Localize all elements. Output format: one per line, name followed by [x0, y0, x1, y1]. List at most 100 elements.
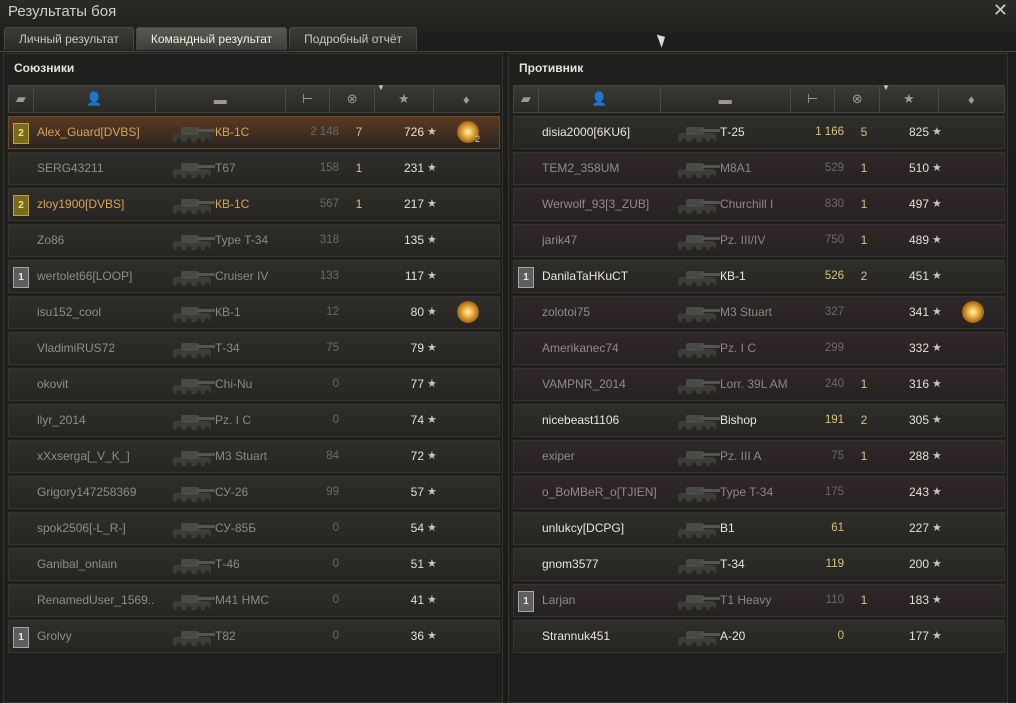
player-row[interactable]: TEM2_358UM M8A1 529 1 510 ★: [513, 152, 1005, 185]
tank-icon: [674, 551, 722, 578]
damage-value: 84: [326, 450, 339, 462]
vehicle-name: Type T-34: [720, 485, 774, 499]
tank-icon: [169, 227, 217, 254]
player-row[interactable]: o_BoMBeR_o[TJIEN] Type T-34 175 243 ★: [513, 476, 1005, 509]
enemies-title: Противник: [519, 61, 584, 75]
frags-value: 7: [355, 125, 363, 139]
medal-count: 2: [475, 134, 481, 144]
player-row[interactable]: llyr_2014 Pz. I C 0 74 ★: [8, 404, 500, 437]
frags-value: 2: [860, 269, 868, 283]
xp-value: 510: [908, 161, 929, 175]
player-row[interactable]: isu152_cool КВ-1 12 80 ★: [8, 296, 500, 329]
squad-column-icon[interactable]: ▰: [9, 86, 34, 112]
player-row[interactable]: VAMPNR_2014 Lorr. 39L AM 240 1 316 ★: [513, 368, 1005, 401]
xp-value: 135: [403, 233, 424, 247]
allies-title: Союзники: [14, 61, 75, 75]
star-icon: ★: [932, 342, 942, 354]
damage-value: 133: [319, 270, 339, 282]
star-icon: ★: [427, 414, 437, 426]
allies-column-header: ▰ 👤 ▬ ⊢ ⊗ ▼ ★ ♦: [8, 83, 500, 113]
tank-icon: [674, 335, 722, 362]
allies-rows: 2 Alex_Guard[DVBS] КВ-1С 2 148 7 726 ★ 2 SERG432…: [8, 116, 500, 656]
frags-value: 1: [860, 233, 868, 247]
damage-value: 99: [326, 486, 339, 498]
player-row[interactable]: zolotoi75 M3 Stuart 327 341 ★: [513, 296, 1005, 329]
player-row[interactable]: 1 DanilaTaHKuCT КВ-1 526 2 451 ★: [513, 260, 1005, 293]
player-column-icon[interactable]: 👤: [34, 86, 156, 112]
player-row[interactable]: 2 Alex_Guard[DVBS] КВ-1С 2 148 7 726 ★ 2: [8, 116, 500, 149]
squad-badge-icon: 1: [518, 591, 534, 612]
tab-detailed-report[interactable]: Подробный отчёт: [289, 27, 418, 50]
medal-icon[interactable]: [457, 301, 479, 323]
player-row[interactable]: unlukcy[DCPG] B1 61 227 ★: [513, 512, 1005, 545]
vehicle-name: Т-46: [215, 557, 240, 571]
tank-icon: [169, 299, 217, 326]
vehicle-name: M8A1: [720, 161, 752, 175]
player-row[interactable]: nicebeast1106 Bishop 191 2 305 ★: [513, 404, 1005, 437]
medal-column-icon[interactable]: ♦: [434, 86, 499, 112]
player-row[interactable]: okovit Chi-Nu 0 77 ★: [8, 368, 500, 401]
kills-column-icon[interactable]: ⊗: [330, 86, 376, 112]
player-row[interactable]: spok2506[-L_R-] СУ-85Б 0 54 ★: [8, 512, 500, 545]
squad-column-icon[interactable]: ▰: [514, 86, 539, 112]
tab-team-result[interactable]: Командный результат: [135, 27, 288, 50]
player-row[interactable]: 2 zloy1900[DVBS] КВ-1С 567 1 217 ★: [8, 188, 500, 221]
xp-column-icon[interactable]: ▼ ★: [880, 83, 939, 112]
tab-personal-result[interactable]: Личный результат: [4, 27, 134, 50]
star-icon: ★: [932, 486, 942, 498]
player-row[interactable]: RenamedUser_1569.. M41 HMC 0 41 ★: [8, 584, 500, 617]
frags-value: [854, 513, 874, 544]
star-icon: ★: [427, 270, 437, 282]
player-row[interactable]: 1 Larjan T1 Heavy 110 1 183 ★: [513, 584, 1005, 617]
damage-column-icon[interactable]: ⊢: [286, 86, 331, 112]
star-icon: ★: [932, 450, 942, 462]
vehicle-name: Bishop: [720, 413, 757, 427]
tank-column-icon[interactable]: ▬: [661, 86, 791, 112]
player-row[interactable]: VladimiRUS72 Т-34 75 79 ★: [8, 332, 500, 365]
player-row[interactable]: Grigory147258369 СУ-26 99 57 ★: [8, 476, 500, 509]
tank-column-icon[interactable]: ▬: [156, 86, 286, 112]
player-name: zolotoi75: [542, 305, 591, 319]
player-row[interactable]: jarik47 Pz. III/IV 750 1 489 ★: [513, 224, 1005, 257]
tank-icon: [674, 119, 722, 146]
frags-value: 1: [355, 197, 363, 211]
frags-value: 1: [355, 161, 363, 175]
tank-icon: [169, 479, 217, 506]
close-icon[interactable]: ✕: [993, 0, 1008, 21]
damage-column-icon[interactable]: ⊢: [791, 86, 836, 112]
player-row[interactable]: 1 Grolvy T82 0 36 ★: [8, 620, 500, 653]
kills-column-icon[interactable]: ⊗: [835, 86, 881, 112]
player-row[interactable]: xXxserga[_V_K_] M3 Stuart 84 72 ★: [8, 440, 500, 473]
player-row[interactable]: 1 wertolet66[LOOP] Cruiser IV 133 117 ★: [8, 260, 500, 293]
medal-column-icon[interactable]: ♦: [939, 86, 1004, 112]
star-icon: ★: [932, 594, 942, 606]
xp-value: 451: [908, 269, 929, 283]
player-column-icon[interactable]: 👤: [539, 86, 661, 112]
player-row[interactable]: disia2000[6KU6] Т-25 1 166 5 825 ★: [513, 116, 1005, 149]
tank-icon: [674, 407, 722, 434]
player-row[interactable]: SERG43211 T67 158 1 231 ★: [8, 152, 500, 185]
damage-value: 61: [831, 522, 844, 534]
tank-icon: [674, 587, 722, 614]
medal-icon[interactable]: [962, 301, 984, 323]
player-row[interactable]: exiper Pz. III A 75 1 288 ★: [513, 440, 1005, 473]
player-row[interactable]: Zo86 Type T-34 318 135 ★: [8, 224, 500, 257]
player-name: RenamedUser_1569..: [37, 593, 155, 607]
player-row[interactable]: Ganibal_onlain Т-46 0 51 ★: [8, 548, 500, 581]
player-row[interactable]: Strannuk451 A-20 0 177 ★: [513, 620, 1005, 653]
star-icon: ★: [427, 630, 437, 642]
player-row[interactable]: Werwolf_93[3_ZUB] Churchill I 830 1 497 ★: [513, 188, 1005, 221]
star-icon: ★: [932, 522, 942, 534]
damage-value: 12: [326, 306, 339, 318]
player-row[interactable]: Amerikanec74 Pz. I C 299 332 ★: [513, 332, 1005, 365]
vehicle-name: M3 Stuart: [720, 305, 773, 319]
vehicle-name: КВ-1С: [215, 197, 250, 211]
star-icon: ★: [427, 486, 437, 498]
player-name: Grigory147258369: [37, 485, 137, 499]
star-icon: ★: [932, 234, 942, 246]
xp-column-icon[interactable]: ▼ ★: [375, 83, 434, 112]
player-row[interactable]: gnom3577 Т-34 119 200 ★: [513, 548, 1005, 581]
tank-icon: [674, 479, 722, 506]
sort-indicator-icon: ▼: [882, 83, 890, 92]
tank-icon: [674, 227, 722, 254]
